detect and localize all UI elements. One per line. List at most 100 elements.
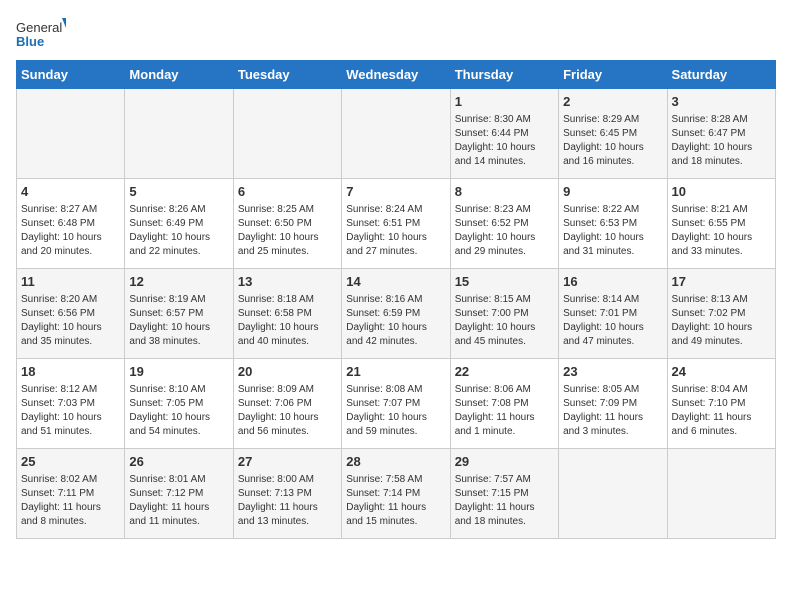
- calendar-cell: [17, 89, 125, 179]
- day-number: 16: [563, 273, 662, 291]
- day-info: Sunrise: 8:25 AM Sunset: 6:50 PM Dayligh…: [238, 203, 337, 259]
- day-info: Sunrise: 8:19 AM Sunset: 6:57 PM Dayligh…: [129, 293, 228, 349]
- day-info: Sunrise: 8:21 AM Sunset: 6:55 PM Dayligh…: [672, 203, 771, 259]
- logo-svg: General Blue: [16, 16, 66, 52]
- day-info: Sunrise: 8:08 AM Sunset: 7:07 PM Dayligh…: [346, 383, 445, 439]
- day-info: Sunrise: 8:13 AM Sunset: 7:02 PM Dayligh…: [672, 293, 771, 349]
- day-number: 10: [672, 183, 771, 201]
- calendar-cell: 6 Sunrise: 8:25 AM Sunset: 6:50 PM Daylig…: [233, 179, 341, 269]
- calendar-cell: 8 Sunrise: 8:23 AM Sunset: 6:52 PM Daylig…: [450, 179, 558, 269]
- day-number: 7: [346, 183, 445, 201]
- calendar-week-row: 1Sunrise: 8:30 AM Sunset: 6:44 PM Daylig…: [17, 89, 776, 179]
- day-info: Sunrise: 7:57 AM Sunset: 7:15 PM Dayligh…: [455, 473, 554, 529]
- day-info: Sunrise: 8:22 AM Sunset: 6:53 PM Dayligh…: [563, 203, 662, 259]
- calendar-cell: [342, 89, 450, 179]
- calendar-cell: 14 Sunrise: 8:16 AM Sunset: 6:59 PM Dayli…: [342, 269, 450, 359]
- calendar-cell: 20 Sunrise: 8:09 AM Sunset: 7:06 PM Dayli…: [233, 359, 341, 449]
- calendar-cell: 21 Sunrise: 8:08 AM Sunset: 7:07 PM Dayli…: [342, 359, 450, 449]
- day-number: 6: [238, 183, 337, 201]
- calendar-cell: [559, 449, 667, 539]
- day-number: 21: [346, 363, 445, 381]
- day-info: Sunrise: 8:16 AM Sunset: 6:59 PM Dayligh…: [346, 293, 445, 349]
- day-info: Sunrise: 8:29 AM Sunset: 6:45 PM Dayligh…: [563, 113, 662, 169]
- day-number: 19: [129, 363, 228, 381]
- calendar-cell: [233, 89, 341, 179]
- day-of-week-header: Saturday: [667, 61, 775, 89]
- day-number: 29: [455, 453, 554, 471]
- calendar-cell: 29 Sunrise: 7:57 AM Sunset: 7:15 PM Dayli…: [450, 449, 558, 539]
- day-info: Sunrise: 8:10 AM Sunset: 7:05 PM Dayligh…: [129, 383, 228, 439]
- calendar-cell: 15 Sunrise: 8:15 AM Sunset: 7:00 PM Dayli…: [450, 269, 558, 359]
- calendar-cell: 28 Sunrise: 7:58 AM Sunset: 7:14 PM Dayli…: [342, 449, 450, 539]
- calendar-cell: 16 Sunrise: 8:14 AM Sunset: 7:01 PM Dayli…: [559, 269, 667, 359]
- calendar-cell: 9 Sunrise: 8:22 AM Sunset: 6:53 PM Daylig…: [559, 179, 667, 269]
- calendar-week-row: 18 Sunrise: 8:12 AM Sunset: 7:03 PM Dayli…: [17, 359, 776, 449]
- calendar-cell: 7 Sunrise: 8:24 AM Sunset: 6:51 PM Daylig…: [342, 179, 450, 269]
- calendar-cell: 18 Sunrise: 8:12 AM Sunset: 7:03 PM Dayli…: [17, 359, 125, 449]
- day-info: Sunrise: 7:58 AM Sunset: 7:14 PM Dayligh…: [346, 473, 445, 529]
- day-info: Sunrise: 8:02 AM Sunset: 7:11 PM Dayligh…: [21, 473, 120, 529]
- calendar-cell: 17 Sunrise: 8:13 AM Sunset: 7:02 PM Dayli…: [667, 269, 775, 359]
- day-number: 9: [563, 183, 662, 201]
- day-info: Sunrise: 8:14 AM Sunset: 7:01 PM Dayligh…: [563, 293, 662, 349]
- day-info: Sunrise: 8:30 AM Sunset: 6:44 PM Dayligh…: [455, 113, 554, 169]
- day-number: 15: [455, 273, 554, 291]
- day-number: 22: [455, 363, 554, 381]
- day-number: 23: [563, 363, 662, 381]
- day-of-week-header: Sunday: [17, 61, 125, 89]
- calendar-cell: 25 Sunrise: 8:02 AM Sunset: 7:11 PM Dayli…: [17, 449, 125, 539]
- day-number: 17: [672, 273, 771, 291]
- day-number: 3: [672, 93, 771, 111]
- day-number: 11: [21, 273, 120, 291]
- day-info: Sunrise: 8:23 AM Sunset: 6:52 PM Dayligh…: [455, 203, 554, 259]
- day-number: 14: [346, 273, 445, 291]
- day-info: Sunrise: 8:04 AM Sunset: 7:10 PM Dayligh…: [672, 383, 771, 439]
- day-number: 25: [21, 453, 120, 471]
- calendar-cell: 22 Sunrise: 8:06 AM Sunset: 7:08 PM Dayli…: [450, 359, 558, 449]
- calendar-cell: 3 Sunrise: 8:28 AM Sunset: 6:47 PM Daylig…: [667, 89, 775, 179]
- day-of-week-header: Friday: [559, 61, 667, 89]
- day-number: 18: [21, 363, 120, 381]
- day-number: 2: [563, 93, 662, 111]
- calendar-cell: 1Sunrise: 8:30 AM Sunset: 6:44 PM Daylig…: [450, 89, 558, 179]
- calendar-cell: 19 Sunrise: 8:10 AM Sunset: 7:05 PM Dayli…: [125, 359, 233, 449]
- day-info: Sunrise: 8:24 AM Sunset: 6:51 PM Dayligh…: [346, 203, 445, 259]
- day-info: Sunrise: 8:12 AM Sunset: 7:03 PM Dayligh…: [21, 383, 120, 439]
- calendar-cell: 27Sunrise: 8:00 AM Sunset: 7:13 PM Dayli…: [233, 449, 341, 539]
- day-number: 8: [455, 183, 554, 201]
- calendar-cell: 26Sunrise: 8:01 AM Sunset: 7:12 PM Dayli…: [125, 449, 233, 539]
- calendar-week-row: 4 Sunrise: 8:27 AM Sunset: 6:48 PM Daylig…: [17, 179, 776, 269]
- day-info: Sunrise: 8:27 AM Sunset: 6:48 PM Dayligh…: [21, 203, 120, 259]
- day-number: 5: [129, 183, 228, 201]
- calendar-table: SundayMondayTuesdayWednesdayThursdayFrid…: [16, 60, 776, 539]
- day-of-week-header: Tuesday: [233, 61, 341, 89]
- day-info: Sunrise: 8:18 AM Sunset: 6:58 PM Dayligh…: [238, 293, 337, 349]
- day-number: 4: [21, 183, 120, 201]
- header: General Blue: [16, 16, 776, 52]
- calendar-week-row: 11Sunrise: 8:20 AM Sunset: 6:56 PM Dayli…: [17, 269, 776, 359]
- calendar-cell: 12Sunrise: 8:19 AM Sunset: 6:57 PM Dayli…: [125, 269, 233, 359]
- day-number: 24: [672, 363, 771, 381]
- svg-text:Blue: Blue: [16, 34, 44, 49]
- day-info: Sunrise: 8:28 AM Sunset: 6:47 PM Dayligh…: [672, 113, 771, 169]
- day-number: 27: [238, 453, 337, 471]
- logo: General Blue: [16, 16, 66, 52]
- day-info: Sunrise: 8:15 AM Sunset: 7:00 PM Dayligh…: [455, 293, 554, 349]
- calendar-cell: 23 Sunrise: 8:05 AM Sunset: 7:09 PM Dayli…: [559, 359, 667, 449]
- day-of-week-header: Thursday: [450, 61, 558, 89]
- day-info: Sunrise: 8:05 AM Sunset: 7:09 PM Dayligh…: [563, 383, 662, 439]
- day-number: 13: [238, 273, 337, 291]
- calendar-cell: 5 Sunrise: 8:26 AM Sunset: 6:49 PM Daylig…: [125, 179, 233, 269]
- day-of-week-header: Monday: [125, 61, 233, 89]
- calendar-week-row: 25 Sunrise: 8:02 AM Sunset: 7:11 PM Dayli…: [17, 449, 776, 539]
- calendar-cell: 24 Sunrise: 8:04 AM Sunset: 7:10 PM Dayli…: [667, 359, 775, 449]
- day-info: Sunrise: 8:26 AM Sunset: 6:49 PM Dayligh…: [129, 203, 228, 259]
- calendar-cell: 10 Sunrise: 8:21 AM Sunset: 6:55 PM Dayli…: [667, 179, 775, 269]
- calendar-cell: 2 Sunrise: 8:29 AM Sunset: 6:45 PM Daylig…: [559, 89, 667, 179]
- calendar-header-row: SundayMondayTuesdayWednesdayThursdayFrid…: [17, 61, 776, 89]
- day-number: 28: [346, 453, 445, 471]
- day-number: 20: [238, 363, 337, 381]
- day-info: Sunrise: 8:09 AM Sunset: 7:06 PM Dayligh…: [238, 383, 337, 439]
- calendar-cell: 11Sunrise: 8:20 AM Sunset: 6:56 PM Dayli…: [17, 269, 125, 359]
- day-info: Sunrise: 8:06 AM Sunset: 7:08 PM Dayligh…: [455, 383, 554, 439]
